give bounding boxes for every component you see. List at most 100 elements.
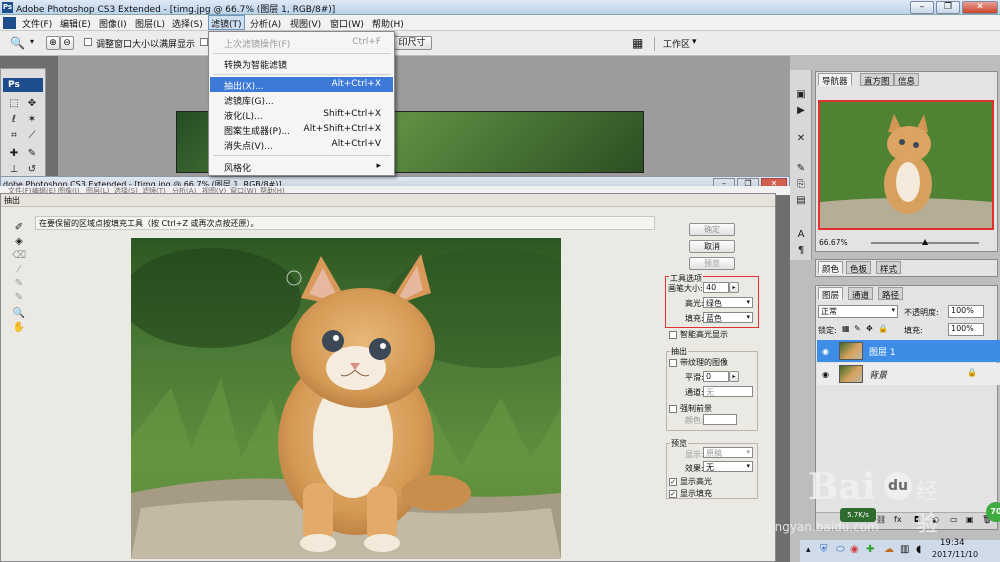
plus-icon[interactable]: ✚ <box>866 544 874 555</box>
menu-view[interactable]: 视图(V) <box>290 17 321 30</box>
menu-analysis[interactable]: 分析(A) <box>250 17 281 30</box>
show-highlight-checkbox[interactable]: ✓ <box>669 477 677 487</box>
palette-icon[interactable]: ▦ <box>632 36 643 50</box>
history-icon[interactable]: ▣ <box>794 88 808 102</box>
ok-button[interactable]: 确定 <box>689 223 735 236</box>
minimize-button[interactable]: – <box>910 1 934 14</box>
brush-size-input[interactable]: 40 <box>703 282 729 293</box>
preview-button[interactable]: 预览 <box>689 257 735 270</box>
layer-comps-icon[interactable]: ▤ <box>794 194 808 208</box>
menu-item-last-filter[interactable]: 上次滤镜操作(F) Ctrl+F <box>210 35 393 50</box>
lock-position-icon[interactable]: ✥ <box>866 324 873 333</box>
new-layer-icon[interactable]: ▣ <box>966 515 974 524</box>
smooth-arrow-icon[interactable]: ▸ <box>729 371 739 382</box>
fill-tool-icon[interactable]: ◈ <box>12 235 26 249</box>
workspace-chevron-icon[interactable]: ▾ <box>692 37 697 47</box>
menu-image[interactable]: 图像(I) <box>99 17 127 30</box>
security-icon[interactable]: ◉ <box>850 544 859 555</box>
smart-highlight-checkbox[interactable] <box>669 330 677 340</box>
lock-transparency-icon[interactable]: ▦ <box>842 324 850 333</box>
character-icon[interactable]: A <box>794 228 808 242</box>
tab-histogram[interactable]: 直方图 <box>860 73 894 87</box>
tab-paths[interactable]: 路径 <box>878 287 904 301</box>
effect-select[interactable]: 无 ▾ <box>703 461 753 472</box>
fill-input[interactable]: 100% <box>948 323 984 336</box>
layer-name[interactable]: 背景 <box>869 368 887 381</box>
zoom-out-icon[interactable]: ⊖ <box>60 36 74 50</box>
lasso-tool-icon[interactable]: ℓ <box>7 113 21 127</box>
paragraph-icon[interactable]: ¶ <box>794 244 808 258</box>
tab-navigator[interactable]: 导航器 <box>818 73 852 87</box>
textured-image-checkbox[interactable] <box>669 358 677 368</box>
slice-tool-icon[interactable]: ⟋ <box>25 129 39 143</box>
tray-date[interactable]: 2017/11/10 <box>932 550 978 559</box>
edge-touchup-icon[interactable]: ✎ <box>12 291 26 305</box>
new-group-icon[interactable]: ▭ <box>950 515 958 524</box>
channel-select[interactable]: 无 <box>703 386 753 397</box>
brush-tool-icon[interactable]: ✎ <box>25 147 39 161</box>
ps-menu-icon[interactable] <box>3 17 16 29</box>
zoom-in-icon[interactable]: ⊕ <box>46 36 60 50</box>
tab-styles[interactable]: 样式 <box>876 261 902 275</box>
workspace-label[interactable]: 工作区 <box>663 37 690 50</box>
menu-item-extract[interactable]: 抽出(X)... Alt+Ctrl+X <box>210 77 393 92</box>
hand-tool-icon[interactable]: ✋ <box>12 321 26 335</box>
eyedropper-icon[interactable]: ⁄ <box>12 263 26 277</box>
network-icon[interactable]: ▥ <box>900 544 909 555</box>
tab-layers[interactable]: 图层 <box>818 287 844 301</box>
menu-help[interactable]: 帮助(H) <box>372 17 404 30</box>
menu-item-filter-gallery[interactable]: 滤镜库(G)... <box>210 92 393 107</box>
volume-icon[interactable]: ◖ <box>916 544 921 555</box>
navigator-zoom-value[interactable]: 66.67% <box>819 238 848 247</box>
fill-select[interactable]: 蓝色 ▾ <box>703 312 753 323</box>
tool-presets-icon[interactable]: ✕ <box>794 132 808 146</box>
zoom-slider-thumb-icon[interactable]: ▲ <box>922 237 928 246</box>
tab-channels[interactable]: 通道 <box>848 287 874 301</box>
print-size-button[interactable]: 印尺寸 <box>392 36 432 50</box>
navigator-thumbnail[interactable] <box>818 100 994 230</box>
restore-button[interactable]: ❐ <box>936 1 960 14</box>
eye-icon[interactable]: ◉ <box>822 370 829 379</box>
stamp-tool-icon[interactable]: ⊥ <box>7 163 21 177</box>
healing-tool-icon[interactable]: ✚ <box>7 147 21 161</box>
lock-pixels-icon[interactable]: ✎ <box>854 324 861 333</box>
close-button[interactable]: ✕ <box>962 1 998 14</box>
extract-preview-image[interactable] <box>131 238 561 559</box>
zoom-tool-icon[interactable]: 🔍 <box>10 36 25 50</box>
actions-icon[interactable]: ▶ <box>794 104 808 118</box>
menu-item-stylize[interactable]: 风格化 ▸ <box>210 159 393 174</box>
chevron-down-icon[interactable]: ▾ <box>30 37 34 46</box>
shield-icon[interactable]: ⛨ <box>820 544 828 555</box>
marquee-tool-icon[interactable]: ⬚ <box>7 97 21 111</box>
brush-size-arrow-icon[interactable]: ▸ <box>729 282 739 293</box>
highlight-select[interactable]: 绿色 ▾ <box>703 297 753 308</box>
menu-select[interactable]: 选择(S) <box>172 17 203 30</box>
eye-icon[interactable]: ◉ <box>822 347 829 356</box>
menu-window[interactable]: 窗口(W) <box>330 17 364 30</box>
show-select[interactable]: 原稿 ▾ <box>703 447 753 458</box>
lock-all-icon[interactable]: 🔒 <box>878 324 888 333</box>
edge-highlighter-icon[interactable]: ✐ <box>12 221 26 235</box>
blend-mode-select[interactable]: 正常 ▾ <box>818 305 898 318</box>
layer-name[interactable]: 图层 1 <box>869 345 896 358</box>
history-brush-icon[interactable]: ↺ <box>25 163 39 177</box>
show-fill-checkbox[interactable]: ✓ <box>669 489 677 499</box>
eraser-tool-icon[interactable]: ⌫ <box>12 249 26 263</box>
menu-item-pattern-maker[interactable]: 图案生成器(P)... Alt+Shift+Ctrl+X <box>210 122 393 137</box>
cleanup-tool-icon[interactable]: ✎ <box>12 277 26 291</box>
fit-screen-checkbox[interactable] <box>200 37 208 47</box>
menu-edit[interactable]: 编辑(E) <box>60 17 91 30</box>
cancel-button[interactable]: 取消 <box>689 240 735 253</box>
show-hidden-icons-icon[interactable]: ▴ <box>806 545 811 555</box>
move-tool-icon[interactable]: ✥ <box>25 97 39 111</box>
menu-item-smart-filter[interactable]: 转换为智能滤镜 <box>210 56 393 71</box>
menu-item-vanishing-point[interactable]: 消失点(V)... Alt+Ctrl+V <box>210 137 393 152</box>
brushes-icon[interactable]: ✎ <box>794 162 808 176</box>
color-swatch[interactable] <box>703 414 737 425</box>
layer-row-background[interactable]: ◉ 背景 🔒 <box>817 363 1000 385</box>
menu-layer[interactable]: 图层(L) <box>135 17 165 30</box>
opacity-input[interactable]: 100% <box>948 305 984 318</box>
ime-icon[interactable]: ⬭ <box>836 544 845 555</box>
force-foreground-checkbox[interactable] <box>669 404 677 414</box>
layer-row-layer1[interactable]: ◉ 图层 1 <box>817 340 1000 362</box>
